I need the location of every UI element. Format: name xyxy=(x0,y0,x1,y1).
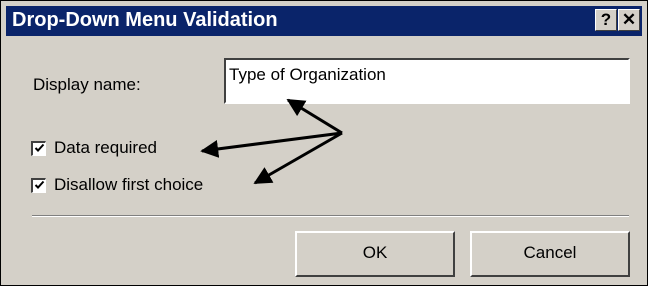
cancel-button[interactable]: Cancel xyxy=(470,231,630,277)
data-required-checkbox[interactable] xyxy=(31,141,46,156)
help-icon: ? xyxy=(600,10,612,29)
title-bar[interactable]: Drop-Down Menu Validation ? ✕ xyxy=(6,6,642,36)
close-button[interactable]: ✕ xyxy=(618,9,640,31)
display-name-label: Display name: xyxy=(33,75,141,94)
dialog-window: Drop-Down Menu Validation ? ✕ Display na… xyxy=(0,0,648,286)
data-required-label[interactable]: Data required xyxy=(54,138,157,158)
ok-button[interactable]: OK xyxy=(295,231,455,277)
checkmark-icon xyxy=(34,180,45,189)
disallow-first-choice-checkbox[interactable] xyxy=(31,178,46,193)
checkmark-icon xyxy=(34,143,45,152)
window-title: Drop-Down Menu Validation xyxy=(12,9,278,31)
help-button[interactable]: ? xyxy=(595,9,617,31)
disallow-first-choice-label[interactable]: Disallow first choice xyxy=(54,175,203,195)
separator xyxy=(32,215,629,217)
display-name-input[interactable]: Type of Organization xyxy=(224,58,630,104)
close-icon: ✕ xyxy=(621,10,637,29)
